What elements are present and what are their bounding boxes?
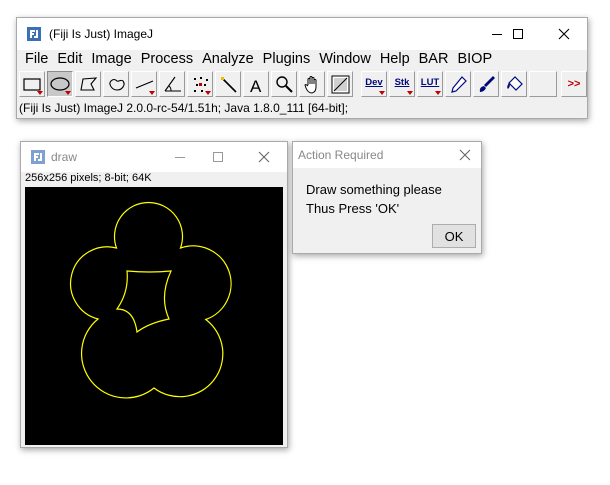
angle-tool[interactable] [159, 71, 185, 97]
more-tools-label: >> [567, 78, 581, 90]
close-icon [258, 151, 270, 163]
brush-tool[interactable] [473, 71, 499, 97]
draw-maximize-button[interactable] [202, 142, 234, 172]
lut-label: LUT [420, 77, 440, 88]
menu-window[interactable]: Window [315, 50, 376, 70]
text-icon: A [250, 77, 262, 96]
dialog-close-button[interactable] [449, 142, 481, 168]
point-tool[interactable] [187, 71, 213, 97]
maximize-icon [213, 152, 223, 162]
lut-menu-tool[interactable]: LUT [417, 71, 443, 97]
dev-menu-tool[interactable]: Dev [361, 71, 387, 97]
maximize-icon [513, 29, 523, 39]
menu-image[interactable]: Image [87, 50, 136, 70]
menu-analyze[interactable]: Analyze [198, 50, 259, 70]
magnifier-icon [276, 76, 293, 93]
rectangle-tool[interactable] [19, 71, 45, 97]
hand-tool[interactable] [299, 71, 325, 97]
draw-close-button[interactable] [248, 142, 280, 172]
tool-bar: A Dev Stk LUT >> [19, 71, 589, 99]
menu-plugins[interactable]: Plugins [259, 50, 316, 70]
dev-label: Dev [365, 77, 383, 88]
wand-tool[interactable] [215, 71, 241, 97]
close-button[interactable] [544, 18, 584, 50]
action-required-dialog: Action Required Draw something please Th… [292, 141, 482, 254]
close-icon [459, 149, 471, 161]
dropdown-triangle-icon [37, 91, 43, 95]
angle-icon [164, 76, 181, 92]
image-canvas[interactable] [25, 187, 283, 445]
fiji-logo-icon [31, 150, 45, 164]
dropdown-triangle-icon [149, 91, 155, 95]
draw-window-title: draw [51, 150, 78, 164]
polygon-tool[interactable] [75, 71, 101, 97]
dropdown-triangle-icon [379, 91, 385, 95]
draw-image-window: draw 256x256 pixels; 8-bit; 64K [20, 141, 288, 448]
pencil-icon [451, 76, 467, 93]
menu-bar: File Edit Image Process Analyze Plugins … [17, 50, 587, 70]
imagej-main-window: (Fiji Is Just) ImageJ File Edit Image Pr… [16, 17, 588, 119]
color-picker-tool[interactable] [327, 71, 353, 97]
dialog-message-line-1: Draw something please [306, 182, 442, 197]
zoom-tool[interactable] [271, 71, 297, 97]
dropdown-triangle-icon [205, 91, 211, 95]
stack-menu-tool[interactable]: Stk [389, 71, 415, 97]
dropdown-triangle-icon [407, 91, 413, 95]
main-window-title: (Fiji Is Just) ImageJ [49, 27, 154, 41]
menu-edit[interactable]: Edit [53, 50, 87, 70]
fiji-logo-icon [27, 27, 41, 41]
dialog-title: Action Required [298, 148, 384, 162]
menu-help[interactable]: Help [376, 50, 415, 70]
svg-text:A: A [250, 77, 262, 96]
draw-title-bar[interactable]: draw [21, 142, 287, 172]
flood-fill-tool[interactable] [501, 71, 527, 97]
color-picker-icon [331, 75, 350, 94]
maximize-button[interactable] [498, 18, 538, 50]
brush-icon [479, 76, 495, 92]
draw-minimize-button[interactable] [164, 142, 196, 172]
polygon-icon [80, 77, 98, 91]
oval-tool[interactable] [47, 71, 73, 97]
dialog-message-line-2: Thus Press 'OK' [306, 201, 400, 216]
blank-tool[interactable] [529, 71, 557, 97]
close-icon [558, 28, 570, 40]
dropdown-triangle-icon [65, 91, 71, 95]
dropdown-triangle-icon [435, 91, 441, 95]
text-tool[interactable]: A [243, 71, 269, 97]
menu-process[interactable]: Process [137, 50, 198, 70]
menu-file[interactable]: File [21, 50, 53, 70]
hand-icon [304, 76, 317, 94]
freehand-icon [109, 78, 125, 91]
stk-label: Stk [394, 77, 410, 88]
bucket-icon [507, 76, 523, 91]
menu-biop[interactable]: BIOP [453, 50, 497, 70]
main-title-bar[interactable]: (Fiji Is Just) ImageJ [17, 18, 587, 50]
dialog-title-bar[interactable]: Action Required [293, 142, 481, 168]
line-tool[interactable] [131, 71, 157, 97]
more-tools-tool[interactable]: >> [561, 71, 587, 97]
image-info: 256x256 pixels; 8-bit; 64K [25, 172, 152, 184]
selection-outline[interactable] [25, 187, 283, 445]
menu-bar-plugin[interactable]: BAR [415, 50, 454, 70]
pencil-tool[interactable] [445, 71, 471, 97]
wand-icon [221, 77, 237, 93]
status-line: (Fiji Is Just) ImageJ 2.0.0-rc-54/1.51h;… [19, 101, 349, 115]
minimize-icon [175, 157, 185, 158]
freehand-tool[interactable] [103, 71, 129, 97]
ok-button[interactable]: OK [432, 224, 476, 248]
